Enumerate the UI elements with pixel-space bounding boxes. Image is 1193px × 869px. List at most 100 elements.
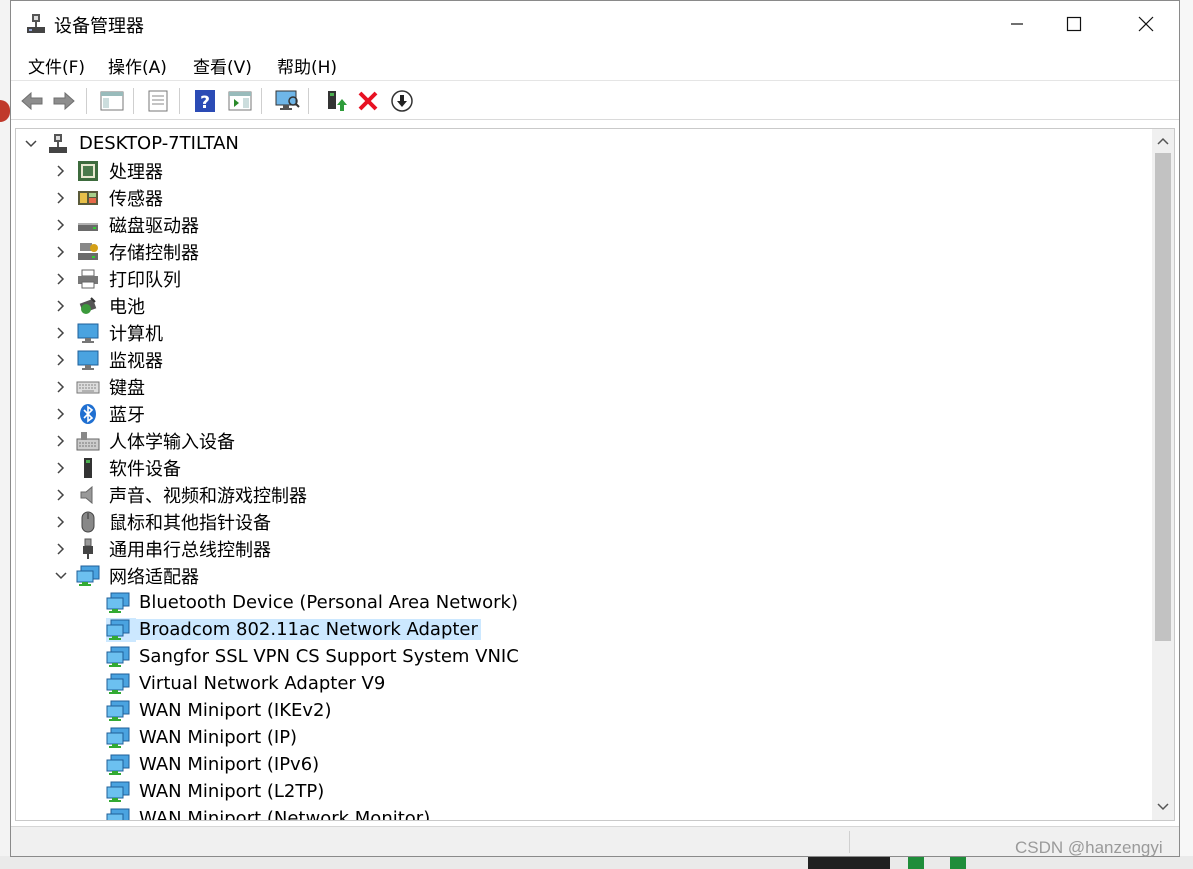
- tree-category[interactable]: 蓝牙: [54, 400, 148, 427]
- tree-category[interactable]: 人体学输入设备: [54, 427, 238, 454]
- category-label: 鼠标和其他指针设备: [109, 512, 271, 534]
- close-button[interactable]: [1123, 1, 1169, 47]
- show-hide-console-tree-button[interactable]: [99, 88, 125, 114]
- chevron-right-icon[interactable]: [54, 326, 68, 340]
- disable-device-button[interactable]: [389, 88, 415, 114]
- chevron-right-icon[interactable]: [54, 434, 68, 448]
- back-button[interactable]: [19, 88, 45, 114]
- tree-category[interactable]: 计算机: [54, 319, 166, 346]
- uninstall-device-icon: [358, 91, 378, 111]
- network-adapter-icon: [106, 807, 130, 820]
- scroll-down-button[interactable]: [1152, 797, 1174, 817]
- title-bar[interactable]: 设备管理器: [11, 1, 1179, 47]
- svg-text:?: ?: [200, 93, 210, 113]
- mouse-icon: [76, 510, 100, 534]
- update-driver-button[interactable]: [322, 88, 348, 114]
- menu-file[interactable]: 文件(F): [26, 53, 87, 78]
- device-manager-icon: [27, 14, 45, 33]
- scan-hardware-button[interactable]: [274, 88, 300, 114]
- tree-category[interactable]: 网络适配器: [54, 562, 202, 589]
- chevron-right-icon[interactable]: [54, 380, 68, 394]
- tree-category[interactable]: 磁盘驱动器: [54, 211, 202, 238]
- tree-category[interactable]: 监视器: [54, 346, 166, 373]
- forward-button[interactable]: [51, 88, 77, 114]
- device-tree-panel: DESKTOP-7TILTAN 处理器 传感器 磁盘驱动器 存储控制器 打印队列…: [15, 128, 1175, 821]
- chevron-right-icon[interactable]: [54, 164, 68, 178]
- action-pane-button[interactable]: [227, 88, 253, 114]
- tree-device[interactable]: WAN Miniport (L2TP): [106, 778, 327, 805]
- chevron-right-icon[interactable]: [54, 245, 68, 259]
- background-green-block: [950, 856, 966, 869]
- status-separator: [849, 831, 850, 853]
- chevron-down-icon: [1157, 803, 1169, 811]
- tree-category[interactable]: 鼠标和其他指针设备: [54, 508, 274, 535]
- tree-category[interactable]: 打印队列: [54, 265, 184, 292]
- tree-device[interactable]: WAN Miniport (IP): [106, 724, 300, 751]
- properties-button[interactable]: [145, 88, 171, 114]
- usb-icon: [76, 537, 100, 561]
- device-label: Broadcom 802.11ac Network Adapter: [136, 619, 481, 640]
- category-label: 蓝牙: [109, 404, 145, 426]
- tree-category[interactable]: 声音、视频和游戏控制器: [54, 481, 310, 508]
- help-button[interactable]: ?: [192, 88, 218, 114]
- toolbar-separator: [179, 88, 180, 114]
- tree-category[interactable]: 通用串行总线控制器: [54, 535, 274, 562]
- tree-device[interactable]: Bluetooth Device (Personal Area Network): [106, 589, 521, 616]
- device-label: Sangfor SSL VPN CS Support System VNIC: [139, 646, 519, 667]
- vertical-scrollbar[interactable]: [1152, 129, 1174, 820]
- chevron-right-icon[interactable]: [54, 461, 68, 475]
- bluetooth-icon: [76, 402, 100, 426]
- uninstall-device-button[interactable]: [355, 88, 381, 114]
- category-label: 处理器: [109, 161, 163, 183]
- sensor-icon: [76, 186, 100, 210]
- device-manager-window: 设备管理器 文件(F) 操作(A) 查看(V) 帮助(H) ? DESKTOP-…: [10, 0, 1180, 857]
- minimize-button[interactable]: [994, 1, 1040, 47]
- chevron-right-icon[interactable]: [54, 353, 68, 367]
- category-label: 监视器: [109, 350, 163, 372]
- tree-device-selected[interactable]: Broadcom 802.11ac Network Adapter: [106, 616, 481, 643]
- menu-action[interactable]: 操作(A): [106, 53, 169, 78]
- chevron-right-icon[interactable]: [54, 191, 68, 205]
- toolbar-separator: [86, 88, 87, 114]
- maximize-button[interactable]: [1051, 1, 1097, 47]
- tree-device[interactable]: Sangfor SSL VPN CS Support System VNIC: [106, 643, 522, 670]
- tree-category[interactable]: 电池: [54, 292, 148, 319]
- chevron-right-icon[interactable]: [54, 299, 68, 313]
- tree-category[interactable]: 存储控制器: [54, 238, 202, 265]
- tree-device[interactable]: WAN Miniport (IKEv2): [106, 697, 335, 724]
- menu-view[interactable]: 查看(V): [191, 53, 254, 78]
- chevron-right-icon[interactable]: [54, 272, 68, 286]
- tree-root-label: DESKTOP-7TILTAN: [79, 133, 239, 154]
- toolbar-separator: [261, 88, 262, 114]
- action-pane-icon: [228, 91, 252, 111]
- tree-device[interactable]: Virtual Network Adapter V9: [106, 670, 388, 697]
- chevron-down-icon[interactable]: [24, 137, 38, 151]
- tree-device[interactable]: WAN Miniport (IPv6): [106, 751, 322, 778]
- chevron-right-icon[interactable]: [54, 542, 68, 556]
- device-label: WAN Miniport (IPv6): [139, 754, 320, 775]
- tree-device[interactable]: WAN Miniport (Network Monitor): [106, 805, 433, 820]
- tree-category[interactable]: 传感器: [54, 184, 166, 211]
- device-label: Bluetooth Device (Personal Area Network): [139, 592, 518, 613]
- chevron-right-icon[interactable]: [54, 218, 68, 232]
- chevron-right-icon[interactable]: [54, 407, 68, 421]
- status-bar: [11, 826, 1179, 856]
- close-icon: [1138, 16, 1154, 32]
- back-arrow-icon: [21, 91, 43, 111]
- tree-root[interactable]: DESKTOP-7TILTAN: [24, 130, 242, 157]
- network-adapter-icon: [106, 726, 130, 750]
- help-icon: ?: [195, 90, 215, 113]
- chevron-right-icon[interactable]: [54, 488, 68, 502]
- toolbar-separator: [308, 88, 309, 114]
- tree-category[interactable]: 软件设备: [54, 454, 184, 481]
- chevron-down-icon[interactable]: [54, 569, 68, 583]
- menu-help[interactable]: 帮助(H): [275, 53, 339, 78]
- tree-category[interactable]: 键盘: [54, 373, 148, 400]
- tree-category[interactable]: 处理器: [54, 157, 166, 184]
- background-app-icon: [0, 100, 10, 122]
- disk-drive-icon: [76, 213, 100, 237]
- network-adapter-icon: [106, 753, 130, 777]
- scrollbar-thumb[interactable]: [1155, 153, 1171, 641]
- chevron-right-icon[interactable]: [54, 515, 68, 529]
- scroll-up-button[interactable]: [1152, 131, 1174, 151]
